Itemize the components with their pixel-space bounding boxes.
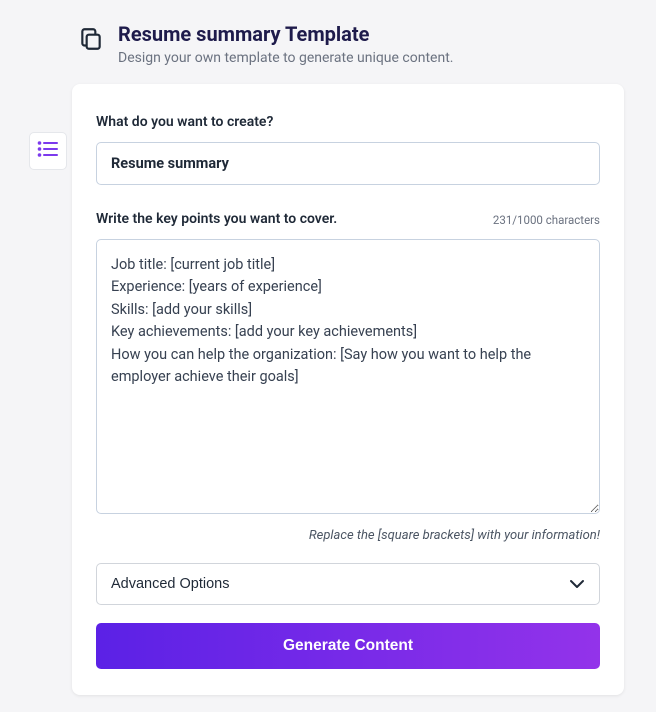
hint-text: Replace the [square brackets] with your …: [96, 528, 600, 543]
advanced-options-toggle[interactable]: Advanced Options: [96, 563, 600, 605]
create-input[interactable]: [96, 142, 600, 185]
character-count: 231/1000 characters: [493, 213, 600, 227]
keypoints-textarea[interactable]: [96, 239, 600, 514]
copy-icon: [78, 26, 104, 52]
advanced-options-label: Advanced Options: [111, 576, 230, 592]
generate-content-button[interactable]: Generate Content: [96, 623, 600, 669]
create-field-label: What do you want to create?: [96, 114, 600, 130]
list-icon: [37, 140, 59, 162]
keypoints-field-label: Write the key points you want to cover.: [96, 211, 337, 227]
list-menu-button[interactable]: [29, 132, 67, 170]
form-card: What do you want to create? Write the ke…: [72, 84, 624, 695]
page-title: Resume summary Template: [118, 22, 453, 46]
page-subtitle: Design your own template to generate uni…: [118, 50, 453, 66]
chevron-down-icon: [569, 576, 585, 592]
page-header: Resume summary Template Design your own …: [0, 0, 656, 66]
